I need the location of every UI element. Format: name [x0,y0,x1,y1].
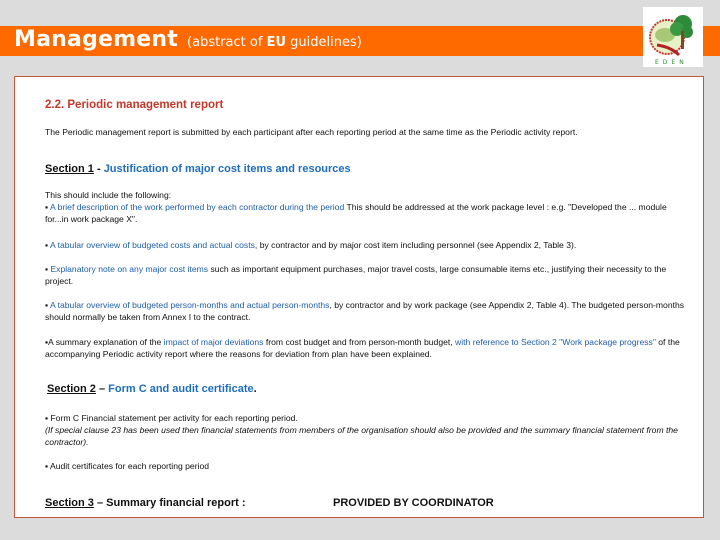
section-heading: 2.2. Periodic management report [45,99,224,111]
section1-bullet: ▪ A brief description of the work perfor… [45,202,667,224]
section1-lead: This should include the following: [45,190,172,200]
svg-text:EDEN: EDEN [655,59,688,66]
eden-logo-icon: EDEN [649,15,693,66]
section1-bullet: ▪ A tabular overview of budgeted person-… [45,300,685,322]
eden-logo: EDEN [643,7,703,67]
intro-text: The Periodic management report is submit… [45,127,578,137]
section2-bullet: ▪ Audit certificates for each reporting … [45,461,210,471]
section2-heading: Section 2 – Form C and audit certificate… [47,383,257,395]
section1-bullet: ▪ A tabular overview of budgeted costs a… [45,240,577,250]
section2-bullet: ▪ Form C Financial statement per activit… [45,413,298,423]
section1-heading: Section 1 - Justification of major cost … [45,163,351,175]
title-subtitle: (abstract of EU guidelines) [187,35,362,50]
section3-heading: Section 3 – Summary financial report : [45,497,246,509]
content-box: 2.2. Periodic management report The Peri… [14,76,704,518]
slide-title: Management (abstract of EU guidelines) [14,27,362,52]
section1-bullet: ▪A summary explanation of the impact of … [45,337,680,359]
title-main: Management [14,27,178,52]
section1-bullet: ▪ Explanatory note on any major cost ite… [45,264,667,286]
provided-by-coordinator: PROVIDED BY COORDINATOR [333,497,494,509]
section2-note: (If special clause 23 has been used then… [45,425,678,447]
